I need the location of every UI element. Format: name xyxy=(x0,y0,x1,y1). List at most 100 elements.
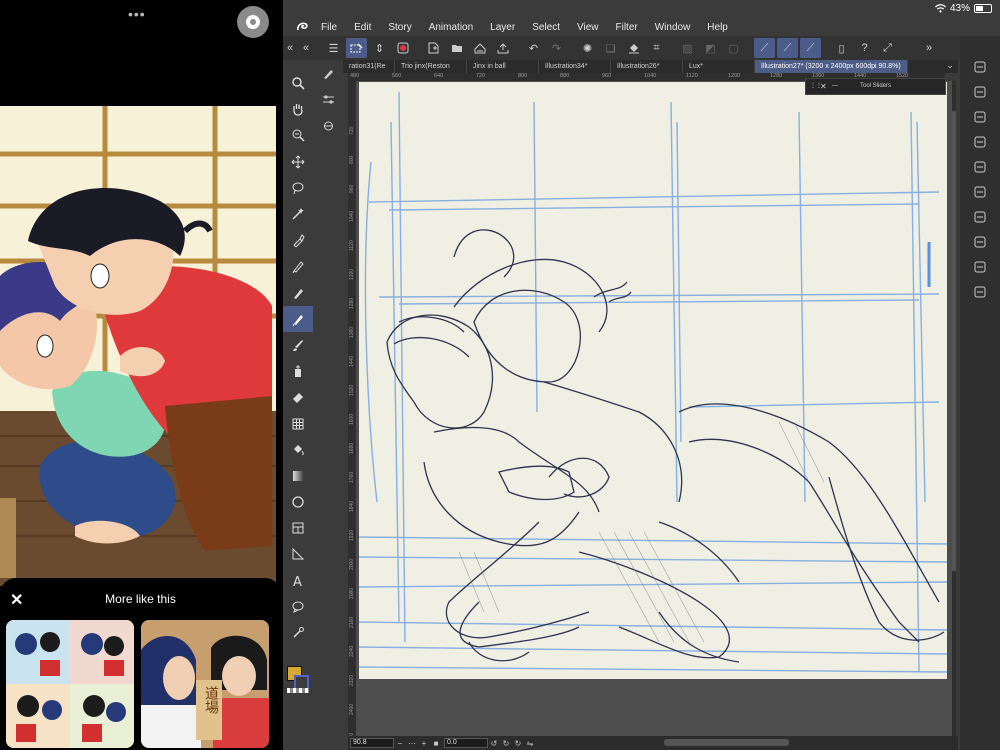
stroke-2-icon[interactable]: ⟋ xyxy=(777,38,798,58)
reset-rotation-icon[interactable]: ↻ xyxy=(512,739,524,748)
animation-panel-icon[interactable] xyxy=(960,179,1000,204)
comment-button[interactable] xyxy=(237,6,269,38)
gradient-tool-icon[interactable] xyxy=(283,463,313,489)
layers-panel-icon[interactable] xyxy=(960,54,1000,79)
close-icon[interactable]: ✕ xyxy=(820,79,827,94)
collapse-left-icon[interactable]: « xyxy=(283,38,297,58)
rotate-right-icon[interactable]: ↻ xyxy=(500,739,512,748)
stroke-3-icon[interactable]: ⟋ xyxy=(800,38,821,58)
collapse-left-icon[interactable]: « xyxy=(299,38,313,58)
copy-icon[interactable]: ❏ xyxy=(600,38,621,58)
rotate-tool-icon[interactable] xyxy=(283,122,313,148)
balloon-tool-icon[interactable] xyxy=(283,594,313,620)
pencil-tool-icon[interactable] xyxy=(283,280,313,306)
document-tab[interactable]: Illustration26* xyxy=(611,60,683,73)
clear-outside-icon[interactable]: ◩ xyxy=(700,38,721,58)
ruler-tool-icon[interactable] xyxy=(283,541,313,567)
related-pin-thumbnail[interactable] xyxy=(6,620,134,748)
hamburger-menu-icon[interactable]: ☰ xyxy=(323,38,344,58)
fill-icon[interactable] xyxy=(623,38,644,58)
document-tab[interactable]: Trio jinx(Reston xyxy=(395,60,467,73)
menu-layer[interactable]: Layer xyxy=(490,22,515,33)
brush-tool-icon[interactable] xyxy=(283,332,313,358)
export-icon[interactable] xyxy=(492,38,513,58)
eraser-tool-icon[interactable] xyxy=(283,384,313,410)
eyedropper-tool-icon[interactable] xyxy=(283,227,313,253)
new-file-icon[interactable] xyxy=(423,38,444,58)
fit-icon[interactable]: ■ xyxy=(430,739,442,748)
menu-animation[interactable]: Animation xyxy=(429,22,473,33)
move-tool-icon[interactable] xyxy=(283,149,313,175)
sub-view-panel-icon[interactable] xyxy=(960,229,1000,254)
document-tab[interactable]: Illustration34* xyxy=(539,60,611,73)
document-tab[interactable]: Lux* xyxy=(683,60,755,73)
stepper-icon[interactable]: ⇕ xyxy=(369,38,390,58)
menu-window[interactable]: Window xyxy=(655,22,691,33)
deselect-icon[interactable]: ▢ xyxy=(723,38,744,58)
tab-list-chevron-icon[interactable]: ⌄ xyxy=(943,60,957,73)
ellipse-tool-icon[interactable] xyxy=(283,489,313,515)
selection-tool-icon[interactable] xyxy=(346,38,367,58)
airbrush-tool-icon[interactable] xyxy=(283,358,313,384)
camera-icon[interactable] xyxy=(313,112,343,138)
wand-tool-icon[interactable] xyxy=(283,201,313,227)
color-set-panel-icon[interactable] xyxy=(960,279,1000,304)
tool-sliders-panel[interactable]: ⋮⋮ ✕ — Tool Sliders xyxy=(805,78,946,95)
crop-icon[interactable]: ⌗ xyxy=(646,38,667,58)
save-icon[interactable] xyxy=(469,38,490,58)
document-tab[interactable]: Jinx in ball xyxy=(467,60,539,73)
hand-tool-icon[interactable] xyxy=(283,96,313,122)
stroke-1-icon[interactable]: ⟋ xyxy=(754,38,775,58)
document-tab[interactable]: ration31(Re xyxy=(343,60,395,73)
pen-tool-icon[interactable] xyxy=(283,253,313,279)
help-icon[interactable]: ? xyxy=(854,38,875,58)
collapse-right-icon[interactable]: » xyxy=(922,38,936,58)
pen-nib-icon[interactable] xyxy=(313,60,343,86)
zoom-out-icon[interactable]: − xyxy=(394,739,406,748)
undo-icon[interactable]: ↶ xyxy=(523,38,544,58)
open-folder-icon[interactable] xyxy=(446,38,467,58)
related-pin-thumbnail[interactable]: 道場 xyxy=(141,620,269,748)
drawing-canvas[interactable] xyxy=(358,82,948,679)
loading-icon[interactable]: ✺ xyxy=(577,38,598,58)
document-tab[interactable]: Illustration27* (3200 x 2400px 600dpi 90… xyxy=(755,60,908,73)
lasso-tool-icon[interactable] xyxy=(283,175,313,201)
canvas-vertical-scrollbar[interactable] xyxy=(952,81,956,736)
fullscreen-icon[interactable]: ⤢ xyxy=(877,38,898,58)
rotation-field[interactable]: 0.0 xyxy=(444,738,488,748)
adjust-icon[interactable] xyxy=(313,86,343,112)
transparent-color-swatch[interactable] xyxy=(287,688,309,693)
fill-tool-icon[interactable] xyxy=(283,437,313,463)
menu-view[interactable]: View xyxy=(577,22,599,33)
app-logo-icon[interactable] xyxy=(283,21,321,34)
clear-icon[interactable]: ▨ xyxy=(677,38,698,58)
layer-property-panel-icon[interactable] xyxy=(960,129,1000,154)
menu-story[interactable]: Story xyxy=(388,22,411,33)
reference-image[interactable] xyxy=(0,106,276,586)
canvas-horizontal-scrollbar[interactable] xyxy=(664,739,789,746)
minimize-icon[interactable]: — xyxy=(832,79,838,94)
item-bank-panel-icon[interactable] xyxy=(960,254,1000,279)
menu-help[interactable]: Help xyxy=(707,22,728,33)
menu-select[interactable]: Select xyxy=(532,22,560,33)
navigator-panel-icon[interactable] xyxy=(960,104,1000,129)
auto-actions-panel-icon[interactable] xyxy=(960,79,1000,104)
menu-filter[interactable]: Filter xyxy=(615,22,637,33)
history-panel-icon[interactable] xyxy=(960,204,1000,229)
correction-tool-icon[interactable] xyxy=(283,620,313,646)
menu-edit[interactable]: Edit xyxy=(354,22,371,33)
smartphone-icon[interactable]: ▯ xyxy=(831,38,852,58)
material-panel-icon[interactable] xyxy=(960,154,1000,179)
grid-tool-icon[interactable] xyxy=(283,410,313,436)
zoom-slider-icon[interactable]: ⋯ xyxy=(406,739,418,748)
rotate-left-icon[interactable]: ↺ xyxy=(488,739,500,748)
multitask-dots[interactable]: ••• xyxy=(128,6,146,22)
zoom-field[interactable]: 90.8 xyxy=(350,738,394,748)
zoom-in-icon[interactable]: + xyxy=(418,739,430,748)
record-icon[interactable] xyxy=(392,38,413,58)
flip-icon[interactable]: ⇋ xyxy=(524,739,536,748)
redo-icon[interactable]: ↷ xyxy=(546,38,567,58)
menu-file[interactable]: File xyxy=(321,22,337,33)
pen-active-tool-icon[interactable] xyxy=(283,305,313,332)
canvas-area[interactable] xyxy=(356,81,954,736)
